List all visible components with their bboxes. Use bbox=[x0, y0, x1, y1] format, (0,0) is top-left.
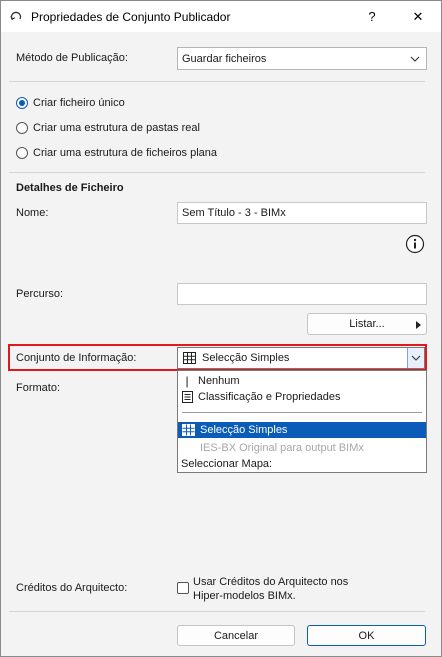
credits-label-line: Hiper-modelos BIMx. bbox=[193, 590, 296, 602]
info-button[interactable] bbox=[405, 234, 425, 254]
credits-label-line: Usar Créditos do Arquitecto nos bbox=[193, 576, 349, 588]
ok-button[interactable]: OK bbox=[307, 625, 426, 646]
dropdown-item-select-map[interactable]: Seleccionar Mapa: bbox=[178, 456, 426, 472]
name-input[interactable]: Sem Título - 3 - BIMx bbox=[177, 202, 427, 224]
dropdown-divider bbox=[182, 412, 422, 413]
dropdown-item-label: Nenhum bbox=[198, 375, 240, 387]
divider bbox=[9, 81, 425, 82]
help-button[interactable]: ? bbox=[349, 1, 395, 32]
credits-checkbox-label[interactable]: Usar Créditos do Arquitecto nos Hiper-mo… bbox=[193, 575, 348, 603]
browse-button-label: Listar... bbox=[349, 318, 385, 330]
table-icon bbox=[183, 352, 196, 364]
file-details-heading: Detalhes de Ficheiro bbox=[16, 182, 124, 194]
publish-method-label: Método de Publicação: bbox=[16, 52, 128, 64]
table-icon bbox=[182, 424, 195, 436]
dropdown-item-label: Selecção Simples bbox=[200, 424, 288, 436]
dropdown-toggle[interactable] bbox=[407, 348, 424, 368]
browse-button[interactable]: Listar... bbox=[307, 313, 427, 335]
dropdown-item-none[interactable]: | Nenhum bbox=[178, 373, 426, 389]
credits-label: Créditos do Arquitecto: bbox=[16, 582, 128, 594]
format-label: Formato: bbox=[16, 382, 61, 394]
dropdown-item-classification[interactable]: Classificação e Propriedades bbox=[178, 389, 426, 405]
radio-flat-structure[interactable] bbox=[16, 147, 28, 159]
arrow-right-icon bbox=[416, 321, 421, 329]
radio-real-folders-label[interactable]: Criar uma estrutura de pastas real bbox=[33, 122, 200, 134]
document-icon bbox=[182, 391, 193, 403]
publish-method-select[interactable]: Guardar ficheiros bbox=[177, 47, 427, 70]
credits-checkbox[interactable] bbox=[177, 582, 189, 594]
radio-single-file[interactable] bbox=[16, 97, 28, 109]
radio-single-file-label[interactable]: Criar ficheiro único bbox=[33, 97, 125, 109]
window-title: Propriedades de Conjunto Publicador bbox=[31, 10, 231, 24]
dropdown-item-label: Classificação e Propriedades bbox=[198, 391, 341, 403]
refresh-icon bbox=[10, 11, 22, 21]
title-bar: Propriedades de Conjunto Publicador ? ✕ bbox=[1, 1, 441, 32]
cancel-button[interactable]: Cancelar bbox=[177, 625, 295, 646]
dropdown-item-label: IES-BX Original para output BIMx bbox=[200, 442, 364, 454]
info-set-dropdown-list: | Nenhum Classificação e Propriedades Se… bbox=[177, 370, 427, 473]
info-set-value: Selecção Simples bbox=[202, 352, 290, 364]
chevron-down-icon bbox=[411, 355, 421, 361]
radio-flat-structure-label[interactable]: Criar uma estrutura de ficheiros plana bbox=[33, 147, 217, 159]
radio-real-folders[interactable] bbox=[16, 122, 28, 134]
name-label: Nome: bbox=[16, 207, 49, 219]
path-label: Percurso: bbox=[16, 288, 64, 300]
dropdown-item-ies-bx: IES-BX Original para output BIMx bbox=[178, 440, 426, 456]
close-button[interactable]: ✕ bbox=[395, 1, 441, 32]
dropdown-item-label: Seleccionar Mapa: bbox=[181, 458, 273, 470]
publish-method-value: Guardar ficheiros bbox=[182, 52, 267, 65]
dropdown-item-simple-selection[interactable]: Selecção Simples bbox=[178, 422, 426, 438]
path-input[interactable] bbox=[177, 283, 427, 305]
publisher-set-properties-dialog: Propriedades de Conjunto Publicador ? ✕ … bbox=[0, 0, 442, 657]
info-icon bbox=[405, 234, 425, 254]
info-set-label: Conjunto de Informação: bbox=[16, 352, 137, 364]
info-set-select[interactable]: Selecção Simples bbox=[177, 347, 425, 369]
chevron-down-icon bbox=[410, 56, 420, 62]
divider bbox=[9, 172, 425, 173]
cursor-icon: | bbox=[185, 374, 189, 388]
divider bbox=[9, 611, 425, 612]
